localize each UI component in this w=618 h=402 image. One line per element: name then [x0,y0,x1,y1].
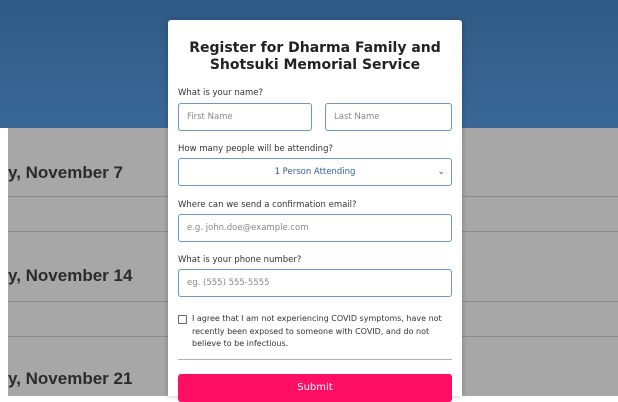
registration-modal: Register for Dharma Family and Shotsuki … [168,20,462,402]
form-divider [178,358,452,360]
submit-button[interactable]: Submit [178,373,452,402]
phone-input[interactable]: eg. (555) 555-5555 [178,269,452,297]
attendees-select[interactable]: 1 Person Attending ⌄ [178,158,452,186]
event-date-heading: y, November 7 [8,163,123,182]
chevron-down-icon: ⌄ [437,167,445,177]
event-date-heading: y, November 14 [8,266,133,285]
attendees-label: How many people will be attending? [178,144,333,154]
covid-consent-text: I agree that I am not experiencing COVID… [192,314,442,348]
modal-title: Register for Dharma Family and Shotsuki … [189,40,441,73]
page-left-gutter [0,128,8,396]
first-name-input[interactable]: First Name [178,103,312,131]
email-label: Where can we send a confirmation email? [178,200,357,210]
last-name-input[interactable]: Last Name [325,103,452,131]
email-input[interactable]: e.g. john.doe@example.com [178,214,452,242]
event-date-heading: y, November 21 [8,369,133,388]
attendees-selected-value: 1 Person Attending [274,167,356,177]
covid-consent-checkbox[interactable] [178,315,187,324]
phone-label: What is your phone number? [178,255,302,265]
name-label: What is your name? [178,88,263,98]
